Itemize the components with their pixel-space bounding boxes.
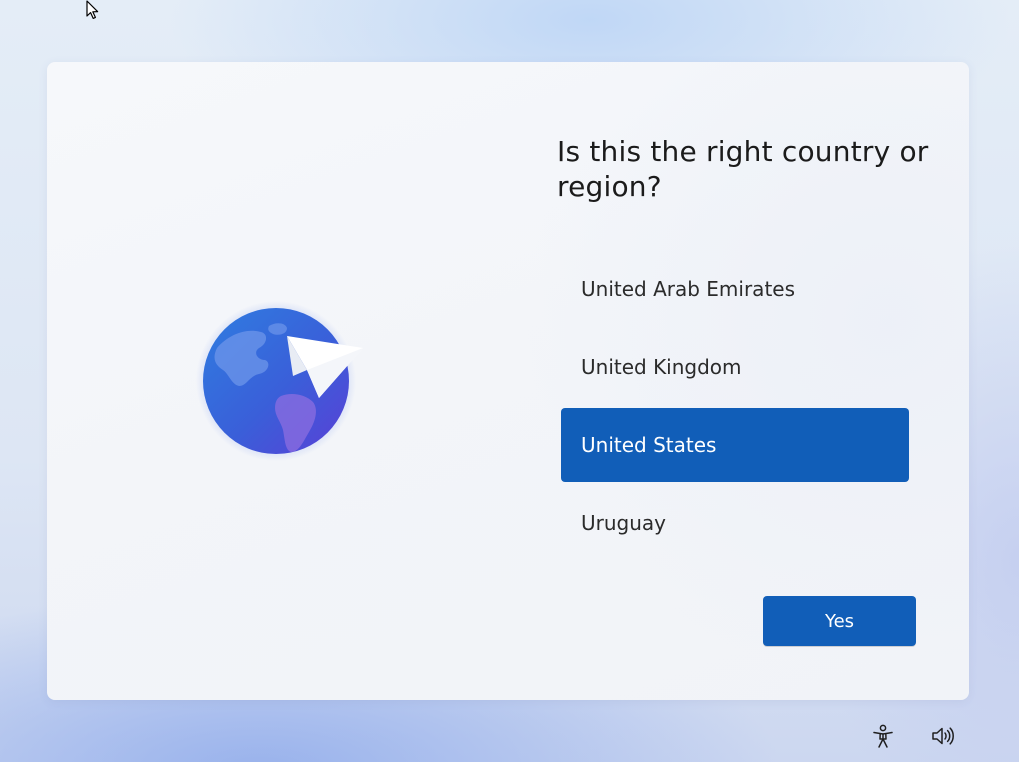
yes-button[interactable]: Yes [763,596,916,646]
globe-paper-plane-illustration [195,300,370,465]
mouse-cursor-icon [86,0,100,20]
country-list[interactable]: United Arab Emirates United Kingdom Unit… [561,252,909,564]
country-option-united-kingdom[interactable]: United Kingdom [561,330,909,404]
country-option-united-arab-emirates[interactable]: United Arab Emirates [561,252,909,326]
page-title: Is this the right country or region? [557,135,929,203]
country-option-united-states[interactable]: United States [561,408,909,482]
country-option-uruguay[interactable]: Uruguay [561,486,909,560]
accessibility-icon[interactable] [869,722,897,750]
volume-icon[interactable] [929,722,957,750]
